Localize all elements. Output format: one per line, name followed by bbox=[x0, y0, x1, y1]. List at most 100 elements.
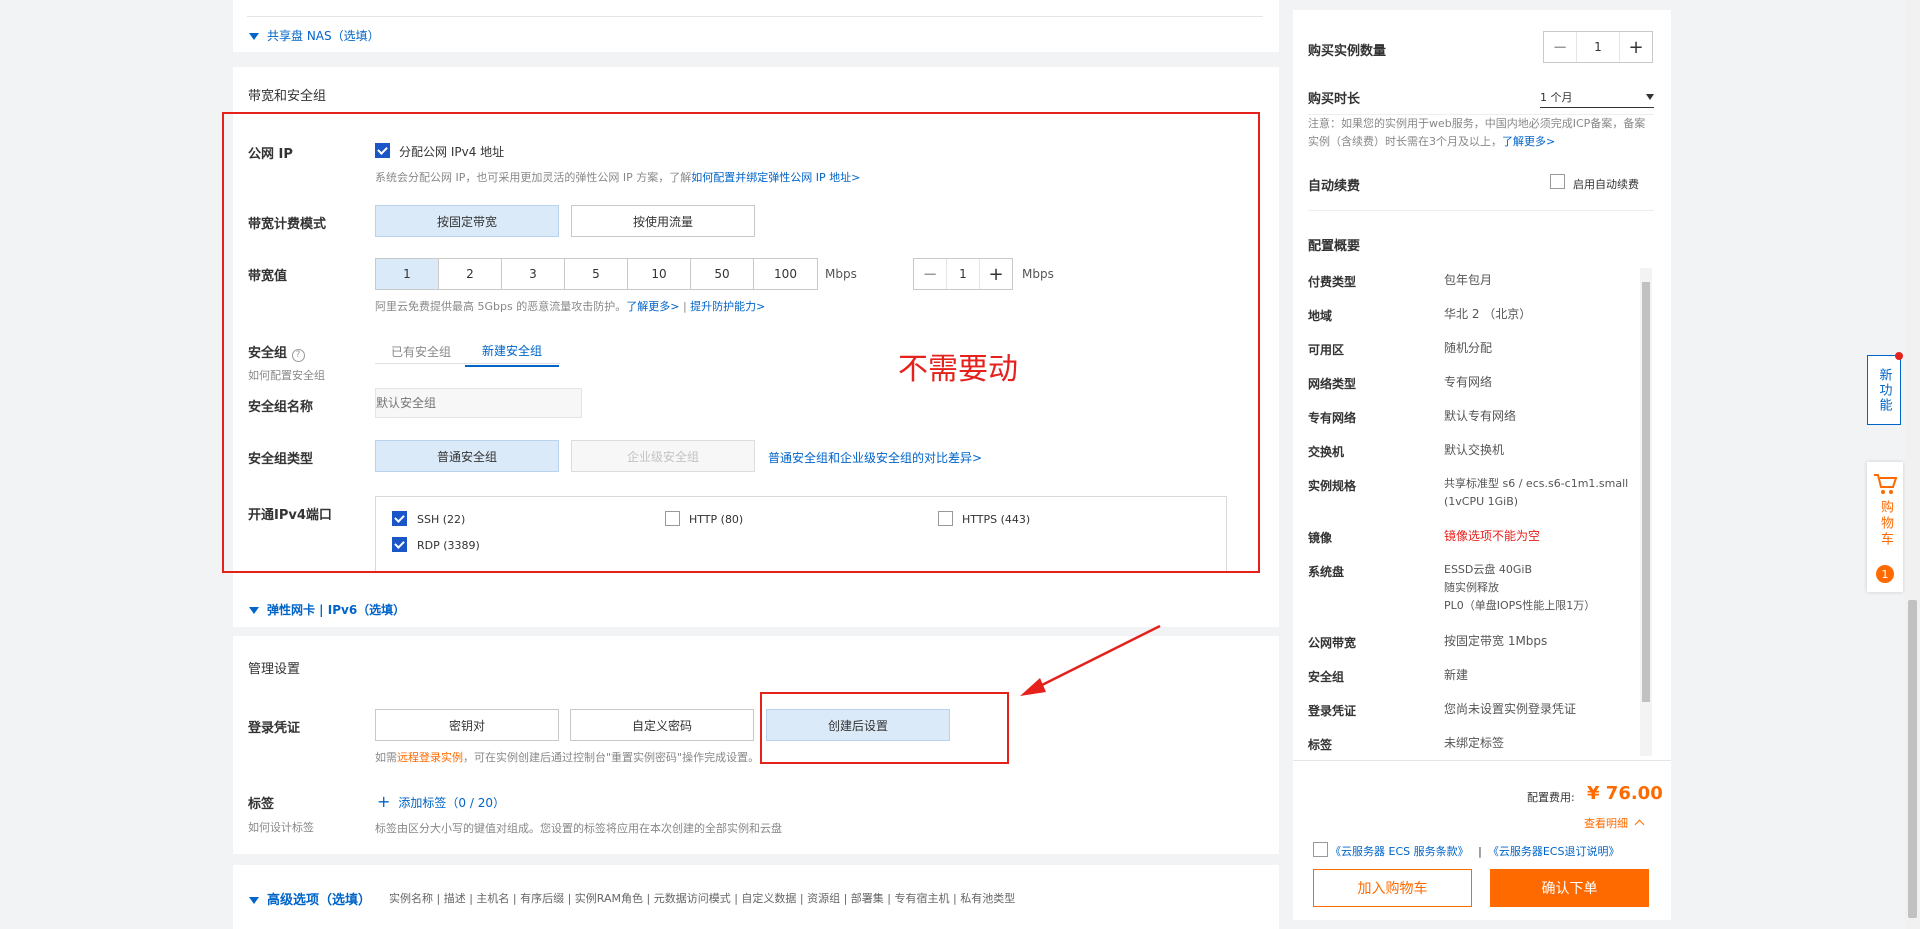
price-value: ¥ 76.00 bbox=[1587, 783, 1663, 804]
summary-key: 公网带宽 bbox=[1308, 636, 1357, 650]
summary-key: 交换机 bbox=[1308, 445, 1345, 459]
summary-value: 未绑定标签 bbox=[1444, 736, 1505, 750]
summary-value: 包年包月 bbox=[1444, 273, 1493, 287]
annotation-box bbox=[760, 692, 1009, 764]
new-feature-label: 新功能 bbox=[1876, 367, 1892, 413]
annotation-arrow bbox=[1020, 624, 1161, 696]
caret-down-icon bbox=[249, 33, 259, 40]
divider bbox=[247, 16, 1263, 17]
new-feature-widget[interactable]: 新功能 bbox=[1867, 352, 1903, 425]
add-to-cart-button[interactable]: 加入购物车 bbox=[1313, 869, 1472, 907]
summary-key: 网络类型 bbox=[1308, 377, 1357, 391]
confirm-order-button[interactable]: 确认下单 bbox=[1490, 869, 1649, 907]
icp-note: 注意：如果您的实例用于web服务，中国内地必须完成ICP备案，备案实例（含续费）… bbox=[1308, 115, 1648, 151]
custom-password-button[interactable]: 自定义密码 bbox=[570, 709, 754, 741]
icp-note-text: 注意：如果您的实例用于web服务，中国内地必须完成ICP备案，备案实例（含续费）… bbox=[1308, 117, 1646, 148]
eni-toggle[interactable]: 弹性网卡 | IPv6（选填） bbox=[249, 601, 405, 618]
nas-toggle[interactable]: 共享盘 NAS（选填） bbox=[249, 27, 380, 44]
duration-value: 1 个月 bbox=[1540, 90, 1573, 104]
summary-key: 系统盘 bbox=[1308, 565, 1345, 579]
duration-select[interactable]: 1 个月 bbox=[1540, 86, 1654, 108]
login-hint-pre: 如需 bbox=[375, 751, 397, 764]
view-detail-label: 查看明细 bbox=[1584, 817, 1628, 830]
summary-key: 标签 bbox=[1308, 738, 1333, 752]
terms-links: 《云服务器 ECS 服务条款》 | 《云服务器ECS退订说明》 bbox=[1330, 843, 1619, 859]
summary-value-line: PL0（单盘IOPS性能上限1万） bbox=[1444, 599, 1596, 612]
annotation-box bbox=[222, 112, 1260, 573]
caret-down-icon bbox=[249, 897, 259, 904]
quantity-value[interactable]: 1 bbox=[1576, 32, 1620, 62]
duration-label: 购买时长 bbox=[1308, 92, 1361, 107]
login-hint: 如需远程登录实例，可在实例创建后通过控制台"重置实例密码"操作完成设置。 bbox=[375, 749, 759, 765]
cart-label: 购物车 bbox=[1878, 500, 1893, 548]
nas-panel: 共享盘 NAS（选填） bbox=[233, 0, 1279, 52]
auto-renew-checkbox[interactable] bbox=[1550, 174, 1565, 189]
icp-learn-more-link[interactable]: 了解更多> bbox=[1502, 135, 1555, 148]
remote-login-link[interactable]: 远程登录实例 bbox=[397, 751, 463, 764]
summary-value: 您尚未设置实例登录凭证 bbox=[1444, 702, 1577, 716]
summary-key: 安全组 bbox=[1308, 670, 1345, 684]
terms-separator: | bbox=[1478, 845, 1482, 858]
summary-value: 默认交换机 bbox=[1444, 443, 1505, 457]
view-detail-link[interactable]: 查看明细 bbox=[1584, 815, 1644, 831]
nas-label: 共享盘 NAS（选填） bbox=[267, 29, 380, 43]
summary-key: 可用区 bbox=[1308, 343, 1345, 357]
eni-label: 弹性网卡 | IPv6（选填） bbox=[267, 603, 406, 617]
summary-key: 镜像 bbox=[1308, 531, 1333, 545]
cart-count-badge: 1 bbox=[1876, 565, 1894, 583]
refund-link[interactable]: 《云服务器ECS退订说明》 bbox=[1488, 845, 1620, 858]
summary-key: 实例规格 bbox=[1308, 479, 1357, 493]
summary-value: ESSD云盘 40GiB 随实例释放 PL0（单盘IOPS性能上限1万） bbox=[1444, 561, 1595, 615]
advanced-label: 高级选项（选填） bbox=[267, 893, 372, 908]
summary-scrollbar[interactable] bbox=[1640, 268, 1652, 756]
advanced-items: 实例名称 | 描述 | 主机名 | 有序后缀 | 实例RAM角色 | 元数据访问… bbox=[389, 892, 1016, 905]
summary-key: 地域 bbox=[1308, 309, 1333, 323]
cart-icon bbox=[1874, 474, 1898, 494]
login-hint-post: ，可在实例创建后通过控制台"重置实例密码"操作完成设置。 bbox=[463, 751, 760, 764]
quantity-label: 购买实例数量 bbox=[1308, 44, 1387, 59]
add-tag-label: 添加标签 bbox=[398, 796, 447, 810]
summary-value: 随机分配 bbox=[1444, 341, 1493, 355]
auto-renew-checkbox-label: 启用自动续费 bbox=[1573, 178, 1639, 191]
image-error: 镜像选项不能为空 bbox=[1444, 529, 1541, 543]
tag-count: （0 / 20） bbox=[446, 796, 505, 810]
summary-value: 华北 2 （北京） bbox=[1444, 307, 1532, 321]
summary-value: 共享标准型 s6 / ecs.s6-c1m1.small (1vCPU 1GiB) bbox=[1444, 475, 1628, 511]
auto-renew-label: 自动续费 bbox=[1308, 179, 1361, 194]
terms-checkbox[interactable] bbox=[1313, 842, 1328, 857]
summary-value: 新建 bbox=[1444, 668, 1469, 682]
minus-icon[interactable]: − bbox=[1544, 32, 1576, 62]
summary-value: 按固定带宽 1Mbps bbox=[1444, 634, 1548, 648]
page-scrollbar[interactable] bbox=[1905, 0, 1920, 929]
summary-value: 默认专有网络 bbox=[1444, 409, 1517, 423]
cart-widget[interactable]: 购物车 1 bbox=[1867, 462, 1903, 592]
scroll-thumb[interactable] bbox=[1908, 600, 1917, 918]
quantity-stepper: − 1 + bbox=[1543, 31, 1653, 63]
summary-value-line: 共享标准型 s6 / ecs.s6-c1m1.small bbox=[1444, 477, 1629, 490]
add-tag-button[interactable]: + 添加标签（0 / 20） bbox=[377, 792, 505, 811]
summary-title: 配置概要 bbox=[1308, 239, 1361, 254]
login-label: 登录凭证 bbox=[248, 721, 301, 736]
plus-icon: + bbox=[377, 792, 391, 811]
tag-design-link[interactable]: 如何设计标签 bbox=[248, 819, 314, 835]
summary-value-line: ESSD云盘 40GiB bbox=[1444, 563, 1533, 576]
section-title: 管理设置 bbox=[248, 662, 301, 677]
summary-key: 登录凭证 bbox=[1308, 704, 1357, 718]
advanced-toggle[interactable]: 高级选项（选填） bbox=[249, 889, 371, 908]
tag-hint: 标签由区分大小写的键值对组成。您设置的标签将应用在本次创建的全部实例和云盘 bbox=[375, 822, 782, 835]
summary-bottom-divider bbox=[1293, 760, 1671, 761]
notification-dot bbox=[1895, 352, 1903, 360]
scroll-thumb[interactable] bbox=[1642, 282, 1650, 702]
summary-value: 专有网络 bbox=[1444, 375, 1493, 389]
tag-label: 标签 bbox=[248, 797, 275, 812]
keypair-button[interactable]: 密钥对 bbox=[375, 709, 559, 741]
plus-icon[interactable]: + bbox=[1620, 32, 1652, 62]
chevron-up-icon bbox=[1634, 819, 1644, 830]
caret-down-icon bbox=[249, 607, 259, 614]
summary-value-line: 随实例释放 bbox=[1444, 581, 1499, 594]
price-label: 配置费用: bbox=[1527, 791, 1575, 804]
section-title: 带宽和安全组 bbox=[248, 89, 327, 104]
terms-link[interactable]: 《云服务器 ECS 服务条款》 bbox=[1330, 845, 1469, 858]
auto-renew-divider bbox=[1308, 210, 1654, 211]
summary-value-line: (1vCPU 1GiB) bbox=[1444, 495, 1519, 508]
